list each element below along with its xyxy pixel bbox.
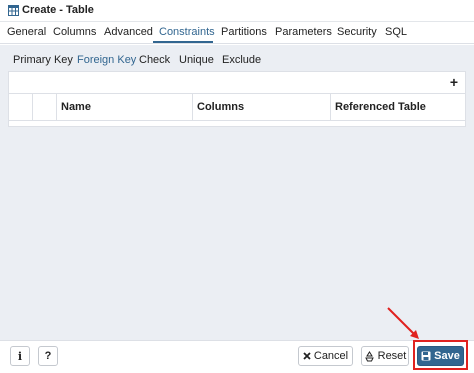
recycle-icon xyxy=(364,350,374,361)
tab-general[interactable]: General xyxy=(7,26,46,38)
cancel-button[interactable]: Cancel xyxy=(298,346,353,366)
tab-advanced[interactable]: Advanced xyxy=(104,26,153,38)
help-button[interactable]: ? xyxy=(38,346,58,366)
dialog-title: Create - Table xyxy=(22,4,94,16)
grid-toolbar: + xyxy=(8,71,466,93)
help-icon: ? xyxy=(44,350,52,362)
subtab-unique[interactable]: Unique xyxy=(179,54,214,66)
tab-security[interactable]: Security xyxy=(337,26,377,38)
grid-header: Name Columns Referenced Table xyxy=(8,93,466,121)
column-header-referenced-table: Referenced Table xyxy=(335,101,426,113)
info-button[interactable]: i xyxy=(10,346,30,366)
close-icon xyxy=(303,352,311,360)
constraints-panel: Primary Key Foreign Key Check Unique Exc… xyxy=(0,45,474,340)
tab-partitions[interactable]: Partitions xyxy=(221,26,267,38)
reset-button[interactable]: Reset xyxy=(361,346,409,366)
add-row-button[interactable]: + xyxy=(447,74,461,90)
column-header-name: Name xyxy=(57,94,193,120)
tab-columns[interactable]: Columns xyxy=(53,26,96,38)
active-tab-indicator xyxy=(153,41,213,43)
grid-body xyxy=(8,121,466,127)
subtab-primary-key[interactable]: Primary Key xyxy=(13,54,73,66)
tab-constraints[interactable]: Constraints xyxy=(159,26,215,38)
column-header-columns: Columns xyxy=(193,94,331,120)
subtab-exclude[interactable]: Exclude xyxy=(222,54,261,66)
subtab-check[interactable]: Check xyxy=(139,54,170,66)
subtab-foreign-key[interactable]: Foreign Key xyxy=(77,54,136,66)
reset-label: Reset xyxy=(377,350,407,362)
pointer-arrow-icon xyxy=(387,307,419,339)
info-icon: i xyxy=(17,349,23,363)
main-tabs: General Columns Advanced Constraints Par… xyxy=(0,22,474,44)
grid-delete-column xyxy=(33,94,57,120)
table-icon xyxy=(8,5,19,16)
cancel-label: Cancel xyxy=(313,350,349,362)
dialog-titlebar: Create - Table xyxy=(0,0,474,22)
tab-parameters[interactable]: Parameters xyxy=(275,26,332,38)
constraint-subtabs: Primary Key Foreign Key Check Unique Exc… xyxy=(8,49,466,73)
tab-sql[interactable]: SQL xyxy=(385,26,407,38)
grid-edit-column xyxy=(9,94,33,120)
